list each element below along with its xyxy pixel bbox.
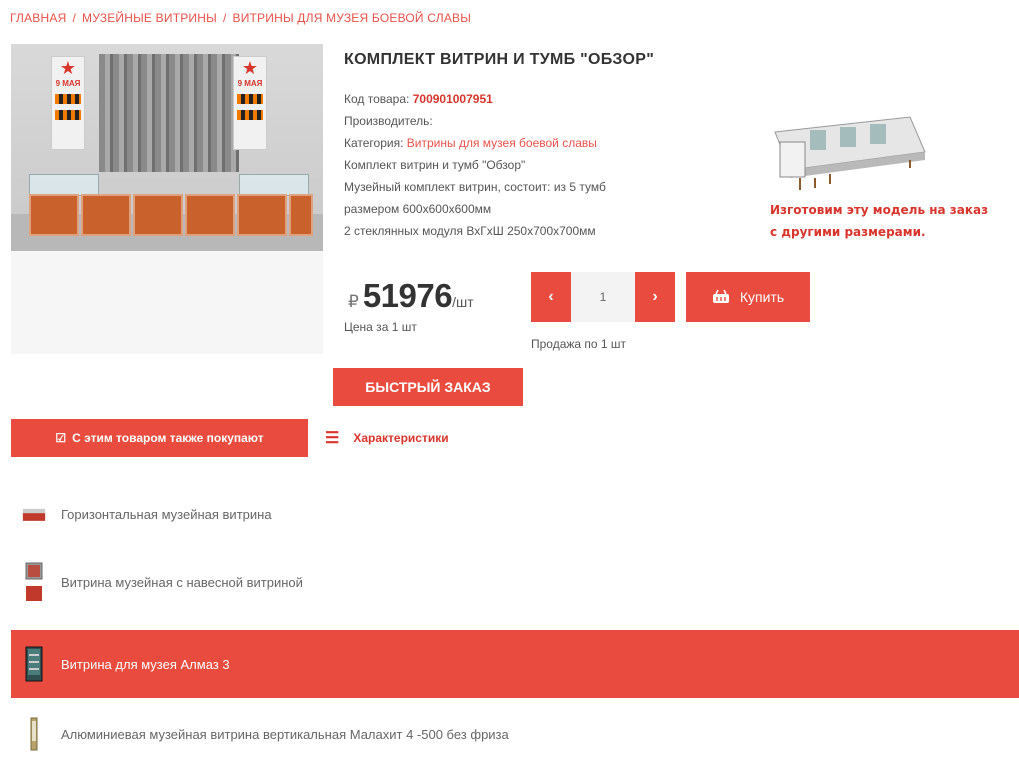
description-line: размером 600х600х600мм xyxy=(344,202,492,216)
left-victory-banner: ★ 9 МАЯ xyxy=(51,56,85,150)
quantity-stepper: ‹ › xyxy=(531,272,675,322)
cabinet xyxy=(29,194,79,236)
related-item[interactable]: Витрина музейная с навесной витриной xyxy=(11,548,1019,616)
related-item-label: Алюминиевая музейная витрина вертикальна… xyxy=(61,726,509,742)
category-link[interactable]: Витрины для музея боевой славы xyxy=(407,136,597,150)
promo-text: Изготовим эту модель на заказ с другими … xyxy=(770,199,988,243)
banner-label: 9 МАЯ xyxy=(55,79,81,88)
price-unit: /шт xyxy=(452,294,474,310)
price-value: 51976 xyxy=(362,277,453,314)
description-line: Музейный комплект витрин, состоит: из 5 … xyxy=(344,180,606,194)
description-line: Комплект витрин и тумб "Обзор" xyxy=(344,158,526,172)
category-row: Категория: Витрины для музея боевой слав… xyxy=(344,132,684,154)
manufacturer-row: Производитель: xyxy=(344,110,684,132)
breadcrumb-home[interactable]: ГЛАВНАЯ xyxy=(10,11,66,25)
buy-button-label: Купить xyxy=(739,289,785,305)
breadcrumb-military-glory-showcases[interactable]: ВИТРИНЫ ДЛЯ МУЗЕЯ БОЕВОЙ СЛАВЫ xyxy=(232,11,471,25)
related-item-label: Витрина музейная с навесной витриной xyxy=(61,574,303,590)
product-title: КОМПЛЕКТ ВИТРИН И ТУМБ "ОБЗОР" xyxy=(344,51,655,68)
showcase-cabinets xyxy=(29,174,313,236)
manufacturer-label: Производитель: xyxy=(344,114,433,128)
sale-unit-label: Продажа по 1 шт xyxy=(531,337,627,351)
promo-line: Изготовим эту модель на заказ xyxy=(770,203,989,217)
related-item[interactable]: Горизонтальная музейная витрина xyxy=(11,480,1019,548)
breadcrumb-separator: / xyxy=(222,11,227,25)
glass-module xyxy=(29,174,99,196)
price-per-label: Цена за 1 шт xyxy=(344,320,417,334)
product-code-label: Код товара: xyxy=(344,92,410,106)
almaz-showcase-thumb xyxy=(22,646,46,682)
ribbon-stripe xyxy=(55,94,81,104)
cabinet xyxy=(289,194,313,236)
product-photo[interactable]: ★ 9 МАЯ ★ 9 МАЯ xyxy=(11,44,323,354)
checkbox-icon: ☑ xyxy=(55,431,67,445)
buy-button[interactable]: Купить xyxy=(686,272,810,322)
ribbon-stripe xyxy=(55,110,81,120)
breadcrumb-museum-showcases[interactable]: МУЗЕЙНЫЕ ВИТРИНЫ xyxy=(82,11,217,25)
category-label: Категория: xyxy=(344,136,404,150)
wall-historical-photo xyxy=(99,54,239,172)
tab-also-buy-label: С этим товаром также покупают xyxy=(72,431,264,445)
ribbon-stripe xyxy=(237,94,263,104)
star-icon: ★ xyxy=(59,58,77,78)
ribbon-stripe xyxy=(237,110,263,120)
cabinet xyxy=(185,194,235,236)
promo-model-image xyxy=(770,112,930,192)
cabinet xyxy=(133,194,183,236)
price: ₽51976/шт xyxy=(348,277,474,315)
banner-label: 9 МАЯ xyxy=(237,79,263,88)
photo-scene: ★ 9 МАЯ ★ 9 МАЯ xyxy=(11,44,323,251)
hanging-showcase-thumb xyxy=(22,562,46,601)
product-code-row: Код товара: 700901007951 xyxy=(344,88,684,110)
related-item-label: Витрина для музея Алмаз 3 xyxy=(61,656,230,672)
right-victory-banner: ★ 9 МАЯ xyxy=(233,56,267,150)
quick-order-button[interactable]: БЫСТРЫЙ ЗАКАЗ xyxy=(333,368,523,406)
currency-symbol: ₽ xyxy=(348,292,359,311)
related-item-active[interactable]: Витрина для музея Алмаз 3 xyxy=(11,630,1019,698)
related-item-label: Горизонтальная музейная витрина xyxy=(61,506,272,522)
vertical-showcase-thumb xyxy=(22,716,46,752)
tab-characteristics-label: Характеристики xyxy=(353,431,449,445)
increase-quantity-button[interactable]: › xyxy=(635,272,675,322)
related-item[interactable]: Алюминиевая музейная витрина вертикальна… xyxy=(11,700,1019,768)
cabinet xyxy=(81,194,131,236)
horizontal-showcase-thumb xyxy=(22,496,46,532)
menu-icon: ☰ xyxy=(325,430,340,447)
tab-characteristics[interactable]: ☰ Характеристики xyxy=(325,419,449,457)
quantity-input[interactable] xyxy=(571,272,635,322)
breadcrumb-separator: / xyxy=(72,11,76,25)
cabinet xyxy=(237,194,287,236)
promo-line: с другими размерами. xyxy=(770,225,926,239)
breadcrumb: ГЛАВНАЯ / МУЗЕЙНЫЕ ВИТРИНЫ / ВИТРИНЫ ДЛЯ МУЗ… xyxy=(10,11,471,25)
product-info: Код товара: 700901007951 Производитель: … xyxy=(344,88,684,242)
description-line: 2 стеклянных модуля ВхГхШ 250х700х700мм xyxy=(344,224,596,238)
tab-also-buy[interactable]: ☑ С этим товаром также покупают xyxy=(11,419,308,457)
shopping-bag-icon xyxy=(712,288,740,307)
star-icon: ★ xyxy=(241,58,259,78)
product-code-value: 700901007951 xyxy=(412,92,493,106)
glass-module xyxy=(239,174,309,196)
decrease-quantity-button[interactable]: ‹ xyxy=(531,272,571,322)
